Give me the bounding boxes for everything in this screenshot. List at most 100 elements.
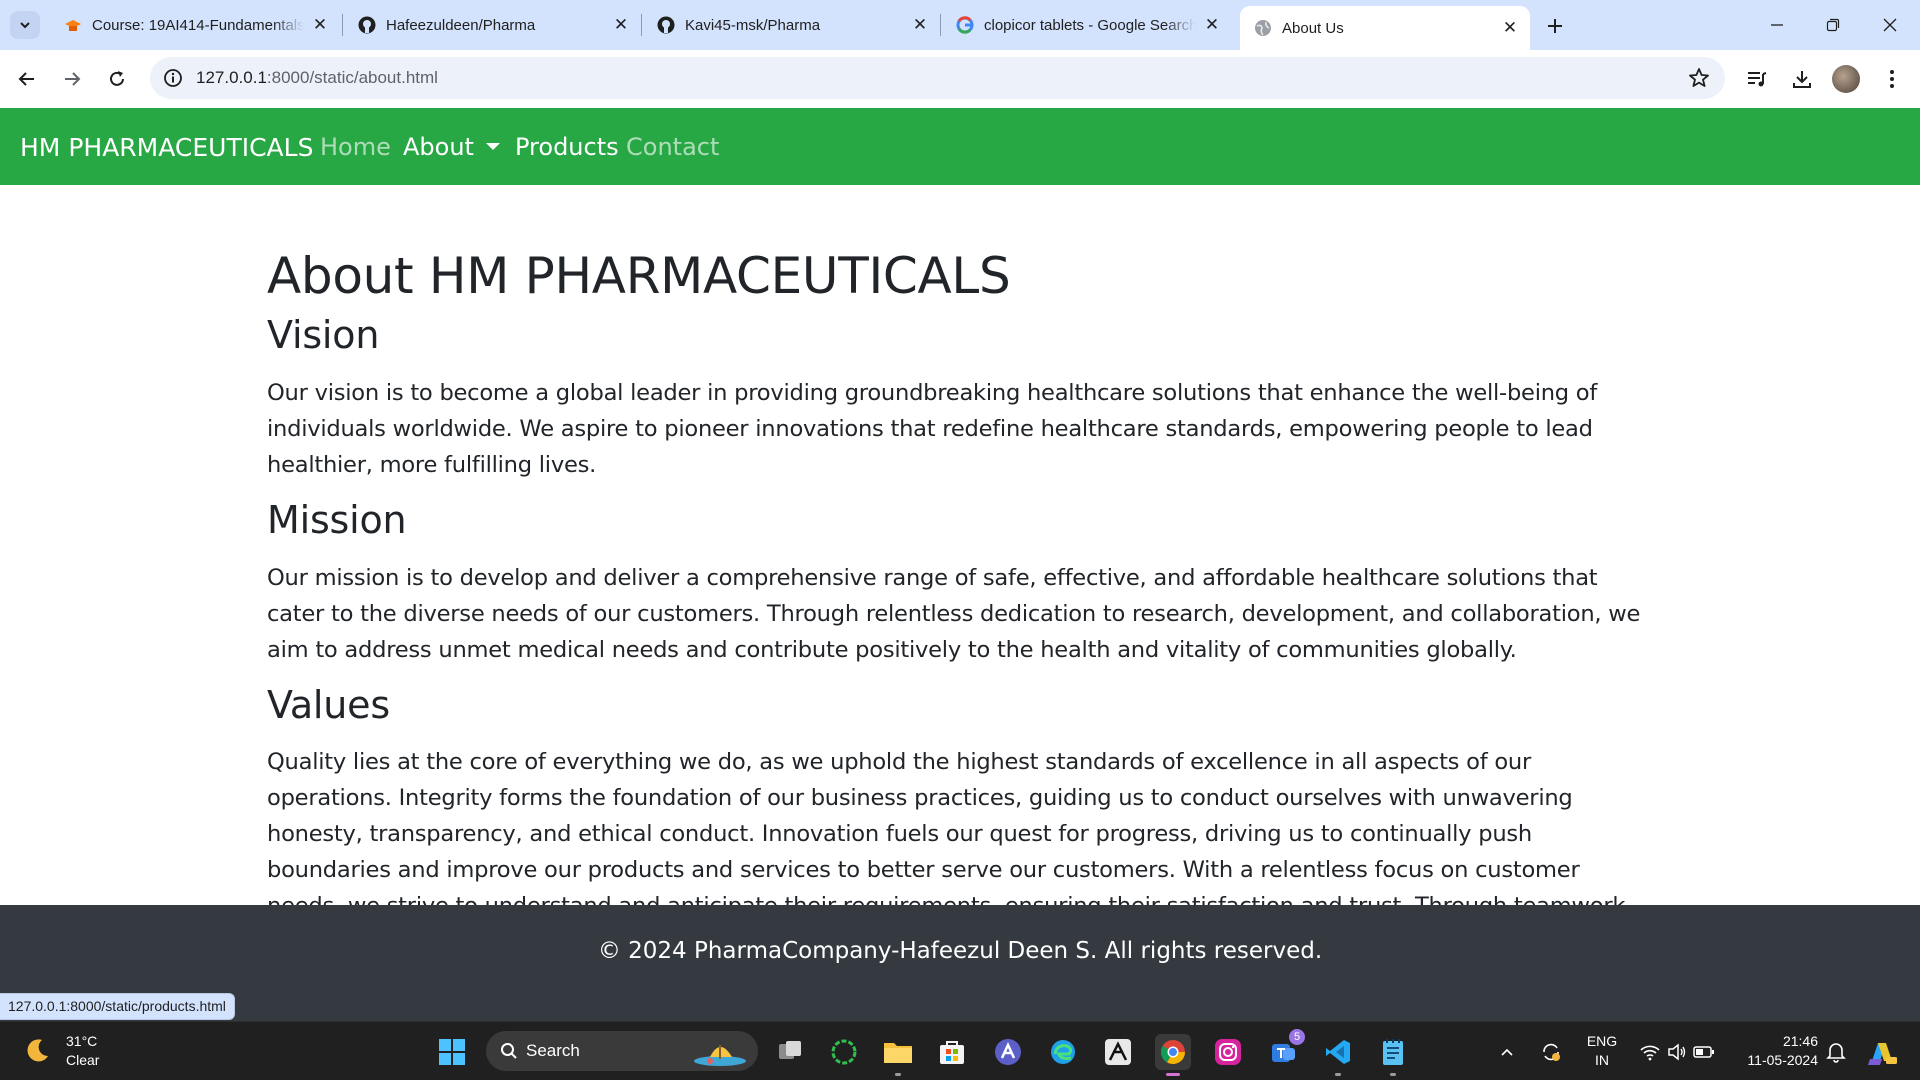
- close-icon[interactable]: ✕: [611, 15, 631, 35]
- reload-icon: [110, 71, 124, 86]
- input-language-indicator[interactable]: ENG IN: [1586, 1032, 1618, 1070]
- show-hidden-icons-button[interactable]: [1494, 1035, 1520, 1069]
- globe-icon: [1254, 19, 1272, 37]
- taskbar-capcut[interactable]: [1100, 1034, 1136, 1070]
- close-window-button[interactable]: [1870, 10, 1910, 40]
- profile-avatar[interactable]: [1832, 65, 1860, 93]
- url-path: :8000/static/about.html: [266, 68, 438, 87]
- brand-link[interactable]: HM PHARMACEUTICALS: [20, 133, 313, 162]
- address-bar[interactable]: 127.0.0.1:8000/static/about.html: [150, 57, 1725, 99]
- clock-date: 11-05-2024: [1747, 1052, 1818, 1068]
- folder-icon: [884, 1043, 912, 1063]
- moon-icon: [27, 1039, 48, 1062]
- circle-app-icon: [831, 1039, 857, 1065]
- start-button[interactable]: [434, 1034, 470, 1070]
- task-view-button[interactable]: [772, 1034, 808, 1070]
- tab-hafeezuldeen-pharma[interactable]: Hafeezuldeen/Pharma ✕: [344, 8, 641, 42]
- about-content: About HM PHARMACEUTICALS Vision Our visi…: [267, 185, 1657, 905]
- tab-kavi45-pharma[interactable]: Kavi45-msk/Pharma ✕: [643, 8, 940, 42]
- tab-title: Hafeezuldeen/Pharma: [386, 16, 536, 34]
- values-heading: Values: [267, 683, 390, 727]
- reload-button[interactable]: [102, 64, 132, 94]
- nav-about-dropdown[interactable]: About: [403, 133, 500, 161]
- bell-icon: [1826, 1043, 1846, 1063]
- battery-icon: [1693, 1046, 1714, 1058]
- language-code: ENG: [1586, 1033, 1618, 1049]
- url-text: 127.0.0.1:8000/static/about.html: [196, 68, 438, 88]
- taskbar-microsoft-store[interactable]: [934, 1034, 970, 1070]
- taskbar-file-explorer[interactable]: [880, 1034, 916, 1076]
- triangle-app-icon: [995, 1039, 1021, 1065]
- windows-taskbar: 31°C Clear Search 5 ENG IN 21:46 11-05-2…: [0, 1021, 1920, 1080]
- tab-strip: Course: 19AI414-Fundamentals ✕ Hafeezuld…: [0, 0, 1920, 50]
- vision-text: Our vision is to become a global leader …: [267, 380, 1598, 478]
- restore-button[interactable]: [1813, 10, 1853, 40]
- vscode-icon: [1326, 1040, 1350, 1064]
- taskbar-clock[interactable]: 21:46 11-05-2024: [1738, 1032, 1818, 1070]
- tab-divider: [342, 14, 343, 36]
- quick-settings-button[interactable]: [1634, 1035, 1720, 1069]
- nav-products[interactable]: Products: [515, 133, 619, 161]
- close-icon: [1883, 18, 1897, 32]
- notepad-icon: [1383, 1039, 1403, 1065]
- instagram-icon: [1215, 1039, 1241, 1065]
- minimize-icon: [1771, 24, 1783, 26]
- taskbar-vscode[interactable]: [1320, 1034, 1356, 1076]
- taskbar-app-a[interactable]: [990, 1034, 1026, 1070]
- notifications-button[interactable]: [1822, 1035, 1850, 1069]
- capcut-icon: [1105, 1039, 1131, 1065]
- downloads-button[interactable]: [1787, 64, 1817, 94]
- chevron-up-icon: [1501, 1048, 1513, 1056]
- playlist-icon: [1748, 72, 1767, 87]
- windows-logo-icon: [439, 1039, 465, 1065]
- media-control-button[interactable]: [1742, 64, 1772, 94]
- weather-widget[interactable]: 31°C Clear: [22, 1032, 99, 1070]
- tab-course[interactable]: Course: 19AI414-Fundamentals ✕: [50, 8, 340, 42]
- plus-icon: [1548, 19, 1562, 33]
- close-icon[interactable]: ✕: [1202, 15, 1222, 35]
- copyright-text: © 2024 PharmaCompany-Hafeezul Deen S. Al…: [597, 938, 1323, 964]
- clock-time: 21:46: [1782, 1033, 1818, 1049]
- edge-icon: [1051, 1040, 1075, 1064]
- search-highlight-icon: [694, 1045, 746, 1066]
- taskbar-edge[interactable]: [1045, 1034, 1081, 1070]
- taskbar-notepad[interactable]: [1375, 1034, 1411, 1076]
- google-icon: [956, 16, 974, 34]
- site-navbar: HM PHARMACEUTICALS Home About Products C…: [0, 108, 1920, 185]
- nav-contact[interactable]: Contact: [626, 133, 719, 161]
- taskbar-chrome[interactable]: [1155, 1034, 1191, 1076]
- sync-status-button[interactable]: [1536, 1035, 1566, 1069]
- copilot-icon: [1868, 1043, 1897, 1065]
- taskbar-instagram[interactable]: [1210, 1034, 1246, 1070]
- browser-toolbar: 127.0.0.1:8000/static/about.html: [0, 50, 1920, 108]
- tab-about-us[interactable]: About Us ✕: [1240, 6, 1530, 50]
- tab-search-button[interactable]: [10, 11, 40, 39]
- tab-divider: [641, 14, 642, 36]
- close-icon[interactable]: ✕: [310, 15, 330, 35]
- nav-home[interactable]: Home: [320, 133, 391, 161]
- back-button[interactable]: [12, 64, 42, 94]
- link-status-bubble: 127.0.0.1:8000/static/products.html: [0, 993, 235, 1020]
- new-tab-button[interactable]: [1541, 12, 1569, 40]
- taskbar-teams[interactable]: 5: [1265, 1029, 1305, 1070]
- taskbar-app-ring[interactable]: [826, 1034, 862, 1070]
- site-info-icon[interactable]: [162, 67, 184, 89]
- chrome-icon: [1160, 1040, 1185, 1065]
- download-icon: [1793, 71, 1811, 88]
- taskbar-search[interactable]: Search: [486, 1031, 758, 1071]
- github-icon: [358, 16, 376, 34]
- github-icon: [657, 16, 675, 34]
- bookmark-star-icon[interactable]: [1687, 66, 1711, 90]
- vision-heading: Vision: [267, 313, 380, 357]
- minimize-button[interactable]: [1757, 10, 1797, 40]
- forward-button[interactable]: [57, 64, 87, 94]
- copilot-button[interactable]: [1862, 1034, 1902, 1070]
- store-icon: [940, 1041, 964, 1064]
- region-code: IN: [1595, 1052, 1609, 1068]
- restore-icon: [1826, 18, 1840, 32]
- close-icon[interactable]: ✕: [910, 15, 930, 35]
- close-icon[interactable]: ✕: [1500, 18, 1520, 38]
- search-label: Search: [526, 1041, 580, 1060]
- tab-google-search[interactable]: clopicor tablets - Google Search ✕: [942, 8, 1232, 42]
- browser-menu-button[interactable]: [1877, 64, 1907, 94]
